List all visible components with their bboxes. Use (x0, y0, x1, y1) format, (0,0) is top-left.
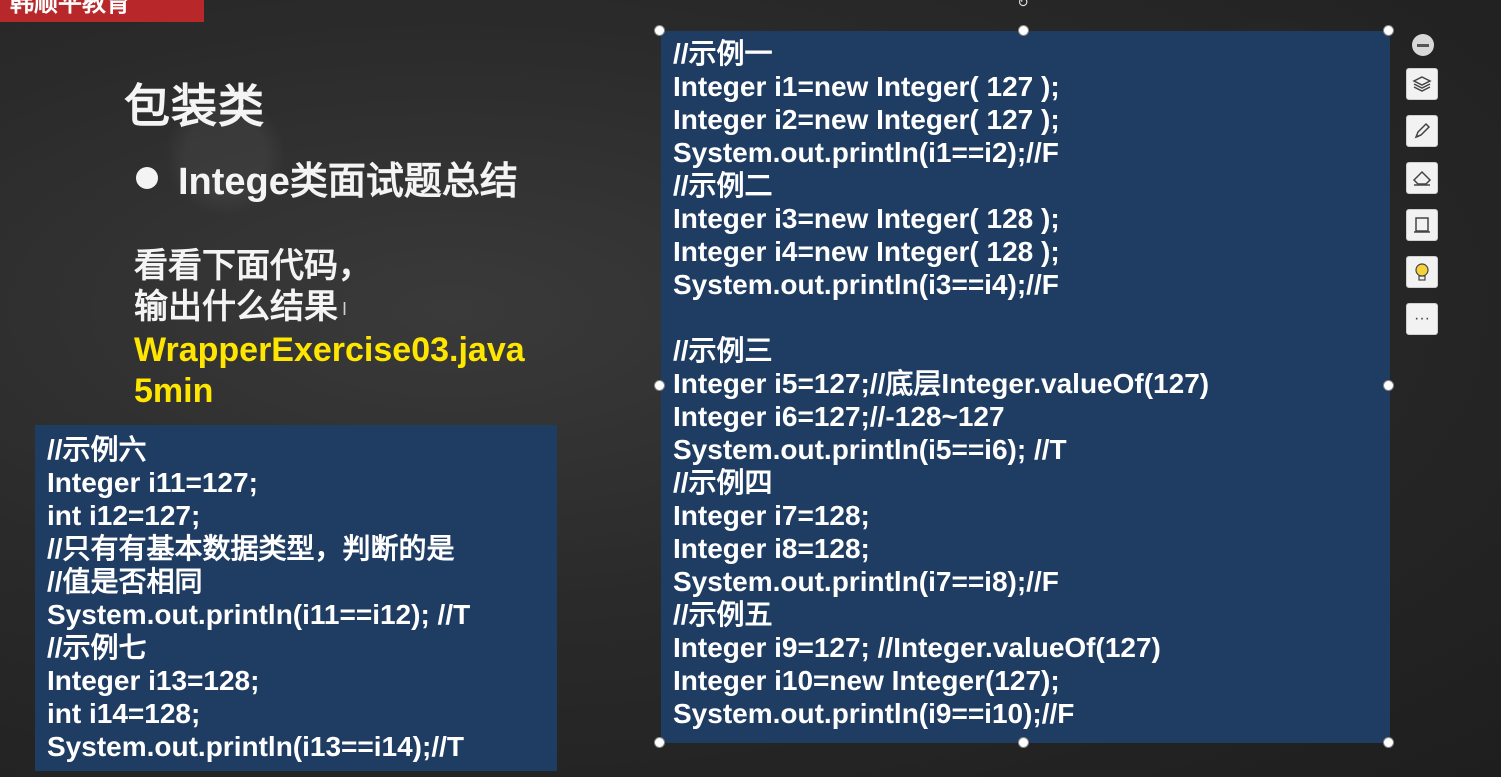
code-line: Integer i3=new Integer( 128 ); (673, 203, 1060, 234)
code-line: //示例七 (47, 632, 147, 663)
resize-handle-middle-left[interactable] (654, 380, 665, 391)
more-icon[interactable]: ··· (1406, 303, 1438, 335)
code-line: Integer i6=127;//-128~127 (673, 401, 1005, 432)
bullet-text: Intege类面试题总结 (178, 161, 518, 203)
code-line: //示例四 (673, 467, 773, 498)
code-line: //示例一 (673, 38, 773, 69)
code-line: Integer i5=127;//底层Integer.valueOf(127) (673, 368, 1210, 399)
code-line: Integer i13=128; (47, 665, 260, 696)
bullet-dot-icon (136, 166, 158, 189)
code-box-right[interactable]: //示例一 Integer i1=new Integer( 127 ); Integ… (661, 31, 1390, 743)
floating-toolbar: ··· (1406, 34, 1442, 350)
code-line: //示例五 (673, 599, 773, 630)
code-line: System.out.println(i5==i6); //T (673, 434, 1067, 465)
code-line: System.out.println(i7==i8);//F (673, 566, 1059, 597)
code-line: //示例二 (673, 170, 773, 201)
frame-icon[interactable] (1406, 209, 1438, 241)
code-line: System.out.println(i9==i10);//F (673, 698, 1075, 729)
code-line: int i12=127; (47, 500, 201, 531)
code-line: //只有有基本数据类型，判断的是 (47, 533, 455, 564)
text-cursor-icon: I (342, 298, 348, 319)
prompt-block: 看看下面代码， 输出什么结果 I WrapperExercise03.java 5… (134, 246, 525, 412)
code-line: System.out.println(i13==i14);//T (47, 731, 464, 762)
code-line: Integer i10=new Integer(127); (673, 665, 1060, 696)
code-line: System.out.println(i11==i12); //T (47, 599, 471, 630)
code-line: //值是否相同 (47, 566, 203, 597)
code-line: Integer i2=new Integer( 127 ); (673, 104, 1060, 135)
eraser-icon[interactable] (1406, 162, 1438, 194)
code-line: Integer i11=127; (47, 467, 258, 498)
resize-handle-bottom-right[interactable] (1383, 737, 1394, 748)
code-line: Integer i8=128; (673, 533, 870, 564)
resize-handle-top-left[interactable] (654, 25, 665, 36)
code-line: int i14=128; (47, 698, 201, 729)
resize-handle-top-right[interactable] (1383, 25, 1394, 36)
prompt-line-2-text: 输出什么结果 (134, 288, 338, 326)
slide-title: 包装类 (124, 80, 265, 132)
code-box-left: //示例六 Integer i11=127; int i12=127;//只有有基本… (35, 425, 557, 771)
layers-icon[interactable] (1406, 68, 1438, 100)
code-line: Integer i1=new Integer( 127 ); (673, 71, 1060, 102)
code-line: //示例三 (673, 335, 773, 366)
code-line: Integer i4=new Integer( 128 ); (673, 236, 1060, 267)
resize-handle-bottom-left[interactable] (654, 737, 665, 748)
resize-handle-top-center[interactable] (1018, 25, 1029, 36)
duration: 5min (134, 371, 214, 410)
prompt-line-2: 输出什么结果 I (134, 287, 525, 330)
file-name: WrapperExercise03.java (134, 330, 525, 369)
prompt-line-1: 看看下面代码， (134, 247, 372, 285)
code-line: System.out.println(i1==i2);//F (673, 137, 1059, 168)
resize-handle-middle-right[interactable] (1383, 380, 1394, 391)
lightbulb-icon[interactable] (1406, 256, 1438, 288)
pen-icon[interactable] (1406, 115, 1438, 147)
brand-logo: 韩顺平教育 (0, 0, 204, 22)
resize-handle-bottom-center[interactable] (1018, 737, 1029, 748)
code-line: System.out.println(i3==i4);//F (673, 269, 1059, 300)
code-line: Integer i7=128; (673, 500, 870, 531)
rotate-handle-icon[interactable]: ↻ (1015, 0, 1031, 10)
code-line: Integer i9=127; //Integer.valueOf(127) (673, 632, 1161, 663)
bullet-item: Intege类面试题总结 (136, 150, 518, 205)
collapse-icon[interactable] (1412, 34, 1434, 56)
code-line: //示例六 (47, 434, 147, 465)
